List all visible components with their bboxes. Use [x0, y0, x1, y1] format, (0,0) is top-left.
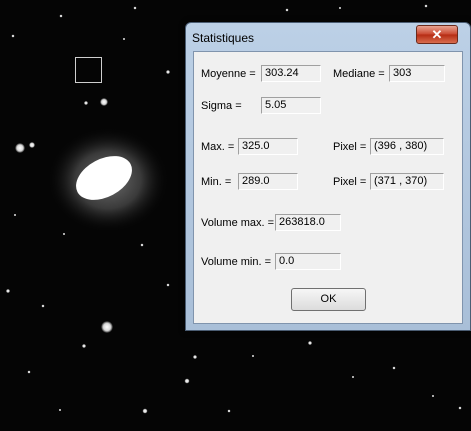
- min-label: Min. =: [201, 176, 232, 188]
- statistics-dialog: Statistiques ✕ Moyenne = 303.24 Mediane …: [185, 22, 471, 331]
- dialog-title: Statistiques: [192, 31, 255, 45]
- title-bar[interactable]: Statistiques ✕: [186, 23, 470, 50]
- min-value: 289.0: [238, 173, 298, 190]
- mean-label: Moyenne =: [201, 68, 256, 80]
- ok-button[interactable]: OK: [291, 288, 366, 311]
- mean-value: 303.24: [261, 65, 321, 82]
- sigma-value: 5.05: [261, 97, 321, 114]
- max-pixel-label: Pixel =: [333, 141, 367, 153]
- volume-min-label: Volume min. =: [201, 256, 272, 268]
- max-value: 325.0: [238, 138, 298, 155]
- dialog-body: Moyenne = 303.24 Mediane = 303 Sigma = 5…: [193, 51, 463, 324]
- close-button[interactable]: ✕: [416, 25, 458, 44]
- sigma-label: Sigma =: [201, 100, 242, 112]
- nebula: [48, 128, 168, 232]
- volume-min-value: 0.0: [275, 253, 341, 270]
- max-pixel-value: (396 , 380): [370, 138, 444, 155]
- median-label: Mediane =: [333, 68, 385, 80]
- volume-max-value: 263818.0: [275, 214, 341, 231]
- selection-rectangle[interactable]: [75, 57, 102, 83]
- min-pixel-value: (371 , 370): [370, 173, 444, 190]
- volume-max-label: Volume max. =: [201, 217, 275, 229]
- min-pixel-label: Pixel =: [333, 176, 367, 188]
- max-label: Max. =: [201, 141, 235, 153]
- close-icon: ✕: [431, 27, 443, 42]
- median-value: 303: [389, 65, 445, 82]
